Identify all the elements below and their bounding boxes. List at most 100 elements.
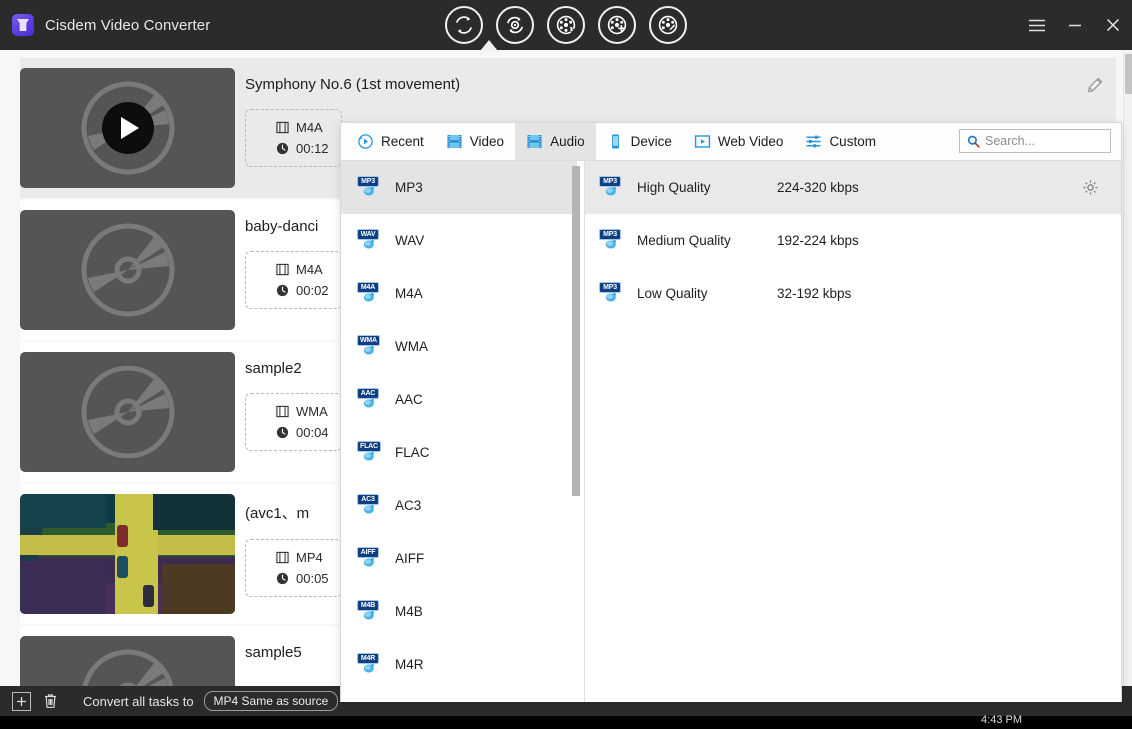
tab-device[interactable]: Device [596, 123, 683, 160]
tab-recent[interactable]: Recent [346, 123, 435, 160]
audio-format-icon: M4B [355, 598, 383, 626]
quality-item-high[interactable]: MP3 High Quality 224-320 kbps [585, 161, 1121, 214]
file-format-line: M4A [276, 259, 329, 280]
main-scrollbar-thumb[interactable] [1125, 54, 1132, 94]
search-input[interactable]: Search... [959, 129, 1111, 153]
format-item-aiff[interactable]: AIFF AIFF [341, 532, 577, 585]
quality-list-column: MP3 High Quality 224-320 kbps MP3 Medium… [585, 161, 1121, 702]
minimize-icon[interactable] [1056, 0, 1094, 50]
file-meta: MP4 00:05 [245, 539, 342, 597]
format-label: FLAC [395, 445, 430, 460]
file-duration-line: 00:02 [276, 280, 329, 301]
format-badge: WAV [357, 228, 379, 240]
format-item-flac[interactable]: FLAC FLAC [341, 426, 577, 479]
quality-bitrate: 32-192 kbps [777, 286, 852, 301]
window-controls [1018, 0, 1132, 50]
film-icon [276, 121, 289, 134]
edit-pencil-icon[interactable] [1084, 74, 1106, 96]
quality-bitrate: 224-320 kbps [777, 180, 859, 195]
audio-format-icon: MP3 [597, 227, 625, 255]
quality-bitrate: 192-224 kbps [777, 233, 859, 248]
file-thumbnail[interactable] [20, 352, 235, 472]
quality-item-low[interactable]: MP3 Low Quality 32-192 kbps [585, 267, 1121, 320]
format-label: AIFF [395, 551, 425, 566]
tab-web-video[interactable]: Web Video [683, 123, 795, 160]
file-thumbnail[interactable] [20, 494, 235, 614]
quality-item-medium[interactable]: MP3 Medium Quality 192-224 kbps [585, 214, 1121, 267]
quality-name: Low Quality [637, 286, 708, 301]
clock-icon [276, 572, 289, 585]
tab-label: Recent [381, 134, 424, 149]
format-item-mp3[interactable]: MP3 MP3 [341, 161, 577, 214]
tab-label: Video [469, 134, 505, 149]
app-title: Cisdem Video Converter [45, 16, 211, 34]
format-label: MP3 [395, 180, 423, 195]
close-icon[interactable] [1094, 0, 1132, 50]
gear-icon[interactable] [1081, 179, 1099, 197]
delete-file-button[interactable] [41, 692, 60, 711]
format-label: AC3 [395, 498, 422, 513]
file-thumbnail[interactable] [20, 210, 235, 330]
format-item-m4a[interactable]: M4A M4A [341, 267, 577, 320]
audio-format-icon: M4A [355, 280, 383, 308]
tab-label: Audio [550, 134, 585, 149]
format-item-wav[interactable]: WAV WAV [341, 214, 577, 267]
convert-all-label: Convert all tasks to [83, 693, 194, 709]
format-tab-bar: Recent Video Audio Device Web Video Cust… [341, 123, 1121, 161]
format-label: WMA [395, 339, 428, 354]
format-label: M4A [395, 286, 423, 301]
target-format-selector[interactable]: MP4 Same as source [203, 691, 339, 711]
audio-format-icon: AC3 [355, 492, 383, 520]
file-meta: WMA 00:04 [245, 393, 342, 451]
format-badge: MP3 [357, 175, 379, 187]
video-film-icon [447, 135, 462, 148]
app-logo-icon [12, 14, 34, 36]
tab-video[interactable]: Video [435, 123, 515, 160]
recent-clock-icon [358, 134, 373, 149]
main-scrollbar[interactable] [1123, 50, 1132, 686]
thumbnail-art [20, 494, 106, 528]
format-label: AAC [395, 392, 423, 407]
format-list-scrollbar-thumb[interactable] [572, 166, 580, 496]
tab-label: Web Video [717, 134, 784, 149]
tab-audio[interactable]: Audio [515, 123, 596, 160]
download-video-icon[interactable] [547, 6, 585, 44]
format-panel-columns: MP3 MP3 WAV WAV M4A M4A WMA WMA AAC AAC … [341, 161, 1121, 702]
thumbnail-art [20, 561, 106, 614]
os-taskbar: 4:43 PM [0, 714, 1132, 729]
file-thumbnail[interactable] [20, 68, 235, 188]
file-meta: M4A 00:12 [245, 109, 342, 167]
format-item-aac[interactable]: AAC AAC [341, 373, 577, 426]
dvd-convert-icon[interactable] [496, 6, 534, 44]
film-icon [276, 551, 289, 564]
file-format: WMA [296, 404, 328, 419]
edit-video-icon[interactable] [649, 6, 687, 44]
format-item-ac3[interactable]: AC3 AC3 [341, 479, 577, 532]
merge-video-icon[interactable] [598, 6, 636, 44]
file-duration-line: 00:12 [276, 138, 329, 159]
device-phone-icon [611, 134, 619, 149]
format-badge: AC3 [357, 493, 379, 505]
custom-sliders-icon [806, 135, 821, 148]
convert-icon[interactable] [445, 6, 483, 44]
file-duration: 00:05 [296, 571, 329, 586]
format-list[interactable]: MP3 MP3 WAV WAV M4A M4A WMA WMA AAC AAC … [341, 161, 577, 691]
menu-icon[interactable] [1018, 0, 1056, 50]
format-item-m4b[interactable]: M4B M4B [341, 585, 577, 638]
file-thumbnail[interactable] [20, 636, 235, 686]
audio-film-icon [527, 135, 542, 148]
format-badge: AAC [357, 387, 379, 399]
format-badge: AIFF [357, 546, 379, 558]
search-placeholder: Search... [985, 134, 1036, 148]
clock-icon [276, 142, 289, 155]
tab-custom[interactable]: Custom [794, 123, 887, 160]
file-format-line: WMA [276, 401, 329, 422]
play-button-icon[interactable] [101, 102, 154, 154]
format-item-m4r[interactable]: M4R M4R [341, 638, 577, 691]
format-item-wma[interactable]: WMA WMA [341, 320, 577, 373]
file-name: Symphony No.6 (1st movement) [245, 76, 461, 93]
format-badge: FLAC [357, 440, 381, 452]
format-dropdown-panel: Recent Video Audio Device Web Video Cust… [340, 122, 1122, 702]
add-file-button[interactable] [12, 691, 31, 711]
audio-format-icon: WMA [355, 333, 383, 361]
